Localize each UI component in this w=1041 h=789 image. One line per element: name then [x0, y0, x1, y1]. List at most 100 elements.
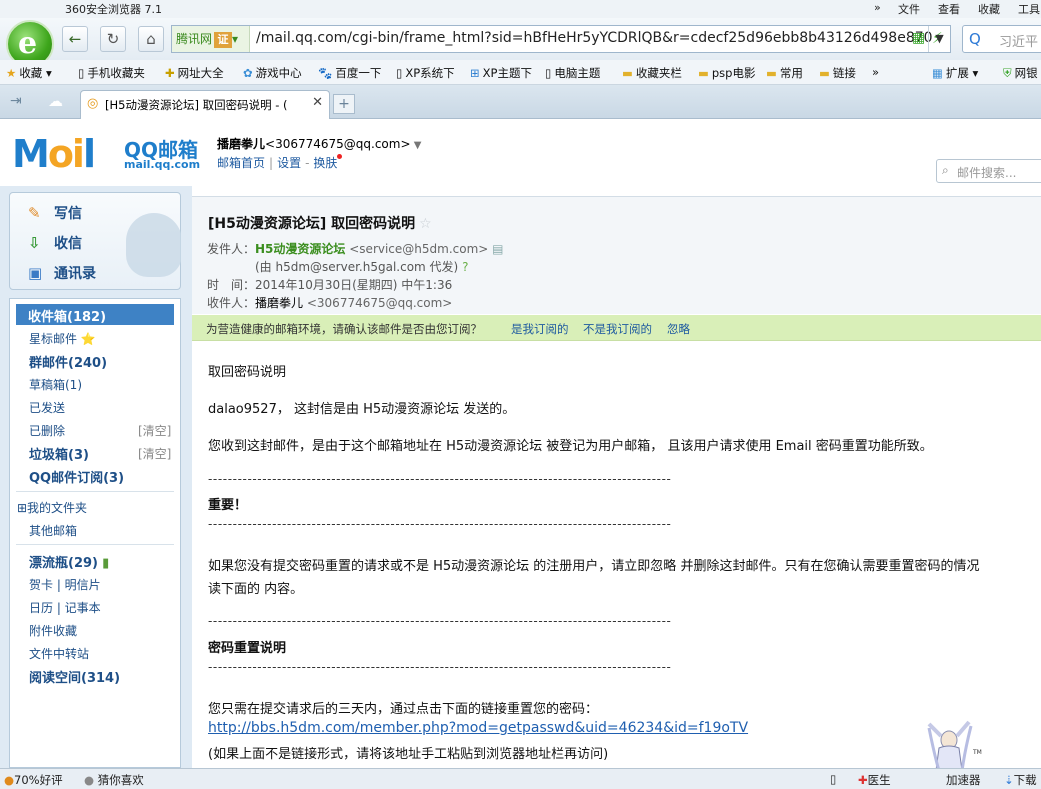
download-icon: ⇣ — [1004, 773, 1014, 787]
subscribed-yes-link[interactable]: 是我订阅的 — [511, 321, 569, 337]
fav-collect[interactable]: ★ 收藏 ▾ — [6, 65, 52, 81]
fav-folder[interactable]: ▬ 收藏夹栏 — [622, 65, 682, 81]
home-button[interactable]: ⌂ — [138, 26, 164, 52]
rating-item[interactable]: ●70%好评 — [4, 772, 63, 788]
warning-text-cont: 读下面的 内容。 — [208, 582, 304, 597]
star-icon[interactable]: ☆ — [419, 216, 432, 232]
penguin-watermark — [126, 213, 182, 277]
link-calendar[interactable]: 日历 | 记事本 — [29, 599, 101, 616]
divider: ----------------------------------------… — [208, 660, 672, 674]
folder-sent[interactable]: 已发送 — [29, 399, 65, 416]
fav-xp-system[interactable]: ▯ XP系统下 — [396, 65, 455, 81]
skin-link[interactable]: 换肤 — [313, 156, 337, 170]
fav-sites[interactable]: ✚ 网址大全 — [165, 65, 224, 81]
orange-icon: ● — [4, 773, 15, 787]
fav-bank[interactable]: ⛨ 网银 — [1003, 65, 1038, 81]
chevron-menu-icon[interactable]: » — [874, 1, 881, 14]
address-url[interactable]: /mail.qq.com/cgi-bin/frame_html?sid=hBfH… — [256, 30, 933, 46]
folder-drift-bottle[interactable]: 漂流瓶(29) ▮ — [29, 552, 109, 571]
speedup-item[interactable]: 加速器 — [946, 772, 981, 788]
contact-card-icon: ▣ — [28, 264, 43, 282]
divider: ----------------------------------------… — [208, 517, 672, 531]
doctor-item[interactable]: ✚医生 — [858, 772, 891, 788]
folder-spam[interactable]: 垃圾箱(3) — [29, 444, 89, 463]
link-cards[interactable]: 贺卡 | 明信片 — [29, 576, 101, 593]
download-item[interactable]: ⇣下载 — [1004, 772, 1037, 788]
fav-mobile[interactable]: ▯ 手机收藏夹 — [78, 65, 145, 81]
phone-icon[interactable]: ▯ — [830, 772, 836, 786]
mail-header: Moil QQ邮箱 mail.qq.com 播磨拳儿<306774675@qq.… — [0, 119, 1041, 186]
menu-tools[interactable]: 工具 — [1018, 1, 1040, 17]
link-reading-space[interactable]: 阅读空间(314) — [29, 667, 120, 686]
divider — [16, 544, 174, 545]
fav-more[interactable]: » — [872, 65, 879, 79]
contact-card-icon[interactable]: ▤ — [492, 242, 503, 256]
tab-bar: ⇥ ☁ ◎ [H5动漫资源论坛] 取回密码说明 - ( ✕ + — [0, 85, 1041, 119]
via-line: (由 h5dm@server.h5gal.com 代发) ? — [255, 260, 469, 274]
link-file-transfer[interactable]: 文件中转站 — [29, 645, 89, 662]
link-attachments[interactable]: 附件收藏 — [29, 622, 77, 639]
fav-links[interactable]: ▬ 链接 — [819, 65, 856, 81]
recipient-line: 收件人：播磨拳儿 <306774675@qq.com> — [207, 296, 453, 310]
account-switcher[interactable]: 播磨拳儿<306774675@qq.com> ▼ — [217, 135, 421, 152]
divider: ----------------------------------------… — [208, 472, 672, 486]
folder-deleted[interactable]: 已删除 — [29, 422, 65, 439]
receive-button[interactable]: ⇩ 收信 — [28, 233, 82, 253]
recommend-item[interactable]: ● 猜你喜欢 — [84, 772, 144, 788]
folder-other-mailboxes[interactable]: 其他邮箱 — [29, 522, 77, 539]
close-icon[interactable]: ✕ — [312, 95, 323, 110]
reset-instruction: 您只需在提交请求后的三天内，通过点击下面的链接重置您的密码： — [208, 702, 599, 717]
search-engine-icon[interactable]: Q — [969, 30, 981, 48]
folder-group[interactable]: 群邮件(240) — [29, 352, 107, 371]
browser-navbar: e ← ↻ ⌂ 腾讯网证 ▾ /mail.qq.com/cgi-bin/frame… — [0, 18, 1041, 68]
fav-extensions[interactable]: ▦ 扩展 ▾ — [932, 65, 978, 81]
mail-home-link[interactable]: 邮箱首页 — [217, 156, 265, 170]
menu-file[interactable]: 文件 — [898, 1, 920, 17]
tab-mail[interactable]: ◎ [H5动漫资源论坛] 取回密码说明 - ( ✕ — [80, 90, 330, 119]
subscribed-no-link[interactable]: 不是我订阅的 — [583, 321, 652, 337]
reset-password-link[interactable]: http://bbs.h5dm.com/member.php?mod=getpa… — [208, 720, 748, 736]
folder-drafts[interactable]: 草稿箱(1) — [29, 376, 82, 393]
qr-code-icon[interactable]: ▦ — [912, 30, 925, 46]
body-title: 取回密码说明 — [208, 365, 287, 380]
body-reason: 您收到这封邮件，是由于这个邮箱地址在 H5动漫资源论坛 被登记为用户邮箱， 且该… — [208, 439, 933, 454]
compose-button[interactable]: ✎ 写信 — [28, 203, 82, 223]
ignore-link[interactable]: 忽略 — [667, 321, 690, 337]
time-line: 时 间：2014年10月30日(星期四) 中午1:36 — [207, 278, 453, 292]
fav-baidu[interactable]: 🐾 百度一下 — [318, 65, 381, 81]
divider — [16, 491, 174, 492]
fav-pc-theme[interactable]: ▯ 电脑主题 — [545, 65, 600, 81]
chevron-down-icon[interactable]: ▼ — [928, 26, 950, 52]
clear-spam-button[interactable]: [清空] — [138, 445, 171, 462]
folder-inbox-label[interactable]: 收件箱(182) — [28, 306, 106, 325]
cloud-icon[interactable]: ☁ — [48, 92, 63, 110]
settings-link[interactable]: 设置 — [277, 156, 301, 170]
address-bar[interactable]: 腾讯网证 ▾ /mail.qq.com/cgi-bin/frame_html?si… — [171, 25, 951, 53]
reset-heading: 密码重置说明 — [208, 641, 287, 656]
qqmail-logo[interactable]: Moil QQ邮箱 mail.qq.com — [12, 132, 200, 176]
back-button[interactable]: ← — [62, 26, 88, 52]
fav-psp[interactable]: ▬ psp电影 — [698, 65, 755, 81]
reset-note: (如果上面不是链接形式，请将该地址手工粘贴到浏览器地址栏再访问) — [208, 747, 609, 762]
fav-common[interactable]: ▬ 常用 — [766, 65, 803, 81]
clear-deleted-button[interactable]: [清空] — [138, 422, 171, 439]
sidebar-toggle-icon[interactable]: ⇥ — [10, 93, 22, 109]
help-icon[interactable]: ? — [462, 260, 468, 274]
menu-favorites[interactable]: 收藏 — [978, 1, 1000, 17]
sender-name[interactable]: H5动漫资源论坛 — [255, 242, 345, 256]
contacts-button[interactable]: ▣ 通讯录 — [28, 263, 96, 283]
folder-subscriptions[interactable]: QQ邮件订阅(3) — [29, 467, 124, 486]
inbox-arrow-icon: ⇩ — [28, 234, 41, 252]
refresh-button[interactable]: ↻ — [100, 26, 126, 52]
folder-starred[interactable]: 星标邮件 ⭐ — [29, 330, 96, 347]
message-pane: [H5动漫资源论坛] 取回密码说明 ☆ 发件人：H5动漫资源论坛 <service… — [192, 186, 1041, 768]
mail-search-input[interactable]: ⌕ 邮件搜索... — [936, 159, 1041, 183]
menu-view[interactable]: 查看 — [938, 1, 960, 17]
app-title: 360安全浏览器 7.1 — [65, 3, 162, 16]
browser-search-input[interactable]: Q 习近平 — [962, 25, 1041, 53]
new-tab-button[interactable]: + — [333, 94, 355, 114]
fav-xp-theme[interactable]: ⊞ XP主题下 — [470, 65, 532, 81]
site-badge[interactable]: 腾讯网证 ▾ — [172, 26, 250, 52]
fav-games[interactable]: ✿ 游戏中心 — [243, 65, 302, 81]
folder-my-folders[interactable]: ⊞我的文件夹 — [17, 499, 87, 516]
